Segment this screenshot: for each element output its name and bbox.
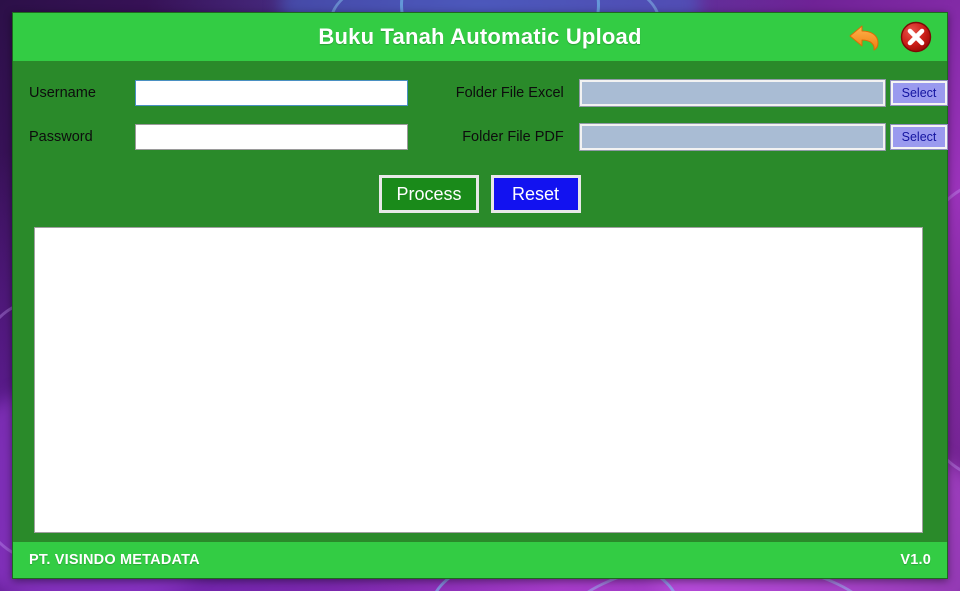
form-row-1: Username Folder File Excel Select bbox=[13, 71, 948, 115]
titlebar-controls bbox=[847, 20, 933, 54]
log-output-panel[interactable] bbox=[34, 227, 923, 533]
select-excel-button[interactable]: Select bbox=[890, 80, 948, 106]
form-area: Username Folder File Excel Select Passwo… bbox=[13, 61, 948, 159]
form-row-2: Password Folder File PDF Select bbox=[13, 115, 948, 159]
close-icon[interactable] bbox=[899, 20, 933, 54]
desktop-background: Buku Tanah Automatic Upload Username Fol… bbox=[0, 0, 960, 591]
action-button-row: Process Reset bbox=[13, 175, 947, 213]
window-title: Buku Tanah Automatic Upload bbox=[318, 24, 642, 49]
company-name: PT. VISINDO METADATA bbox=[29, 552, 200, 568]
version-label: V1.0 bbox=[900, 552, 931, 568]
application-window: Buku Tanah Automatic Upload Username Fol… bbox=[12, 12, 948, 579]
folder-pdf-label: Folder File PDF bbox=[462, 129, 564, 145]
status-bar: PT. VISINDO METADATA V1.0 bbox=[13, 542, 947, 578]
reset-button[interactable]: Reset bbox=[490, 175, 581, 213]
username-label: Username bbox=[29, 85, 96, 101]
password-input[interactable] bbox=[134, 124, 409, 150]
back-arrow-icon[interactable] bbox=[847, 21, 885, 53]
title-bar: Buku Tanah Automatic Upload bbox=[13, 13, 947, 61]
folder-excel-field[interactable] bbox=[578, 79, 887, 107]
folder-pdf-field[interactable] bbox=[578, 123, 887, 151]
username-input[interactable] bbox=[134, 80, 409, 106]
folder-excel-label: Folder File Excel bbox=[455, 85, 564, 101]
password-label: Password bbox=[29, 129, 93, 145]
select-pdf-button[interactable]: Select bbox=[890, 124, 948, 150]
process-button[interactable]: Process bbox=[379, 175, 479, 213]
